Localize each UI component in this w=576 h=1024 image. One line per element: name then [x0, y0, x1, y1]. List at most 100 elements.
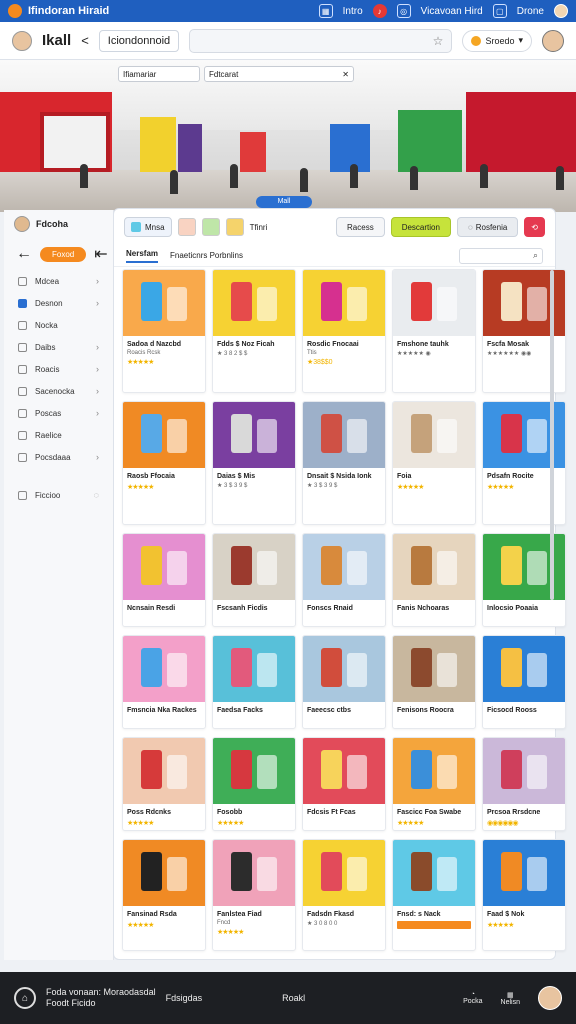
- chip-label[interactable]: Tfinri: [250, 223, 268, 232]
- product-thumbnail[interactable]: [393, 840, 475, 906]
- tab-other[interactable]: Fnaeticnrs Porbnlins: [170, 251, 243, 260]
- product-thumbnail[interactable]: [123, 534, 205, 600]
- product-thumbnail[interactable]: [303, 402, 385, 468]
- product-thumbnail[interactable]: [303, 636, 385, 702]
- grid-icon[interactable]: ▦: [318, 4, 333, 18]
- product-thumbnail[interactable]: [393, 636, 475, 702]
- product-thumbnail[interactable]: [123, 636, 205, 702]
- close-icon[interactable]: ✕: [342, 70, 349, 79]
- product-card[interactable]: Fansinad Rsda ★★★★★: [122, 839, 206, 951]
- hero-tab-1[interactable]: Ifiamariar: [118, 66, 200, 82]
- primary-button[interactable]: Descartion: [390, 217, 451, 237]
- product-thumbnail[interactable]: [393, 402, 475, 468]
- sidebar-primary-button[interactable]: Foxod: [40, 246, 87, 262]
- product-card[interactable]: Fmshone tauhk ★★★★★ ◉: [392, 269, 476, 393]
- product-card[interactable]: Ncnsain Resdi: [122, 533, 206, 627]
- sidebar-item[interactable]: Mdcea ›: [4, 270, 113, 292]
- sidebar-item[interactable]: Ficcioo ◌: [4, 484, 113, 506]
- product-card[interactable]: Faad $ Nok ★★★★★: [482, 839, 566, 951]
- product-card[interactable]: Fmsncia Nka Rackes: [122, 635, 206, 729]
- product-thumbnail[interactable]: [123, 402, 205, 468]
- product-card[interactable]: Poss Rdcnks ★★★★★: [122, 737, 206, 831]
- product-thumbnail[interactable]: [213, 738, 295, 804]
- user-avatar[interactable]: [12, 30, 32, 51]
- product-card[interactable]: Fonscs Rnaid: [302, 533, 386, 627]
- product-card[interactable]: Raosb Ffocaia ★★★★★: [122, 401, 206, 525]
- filter-button[interactable]: ◌ Rosfenia: [456, 217, 519, 237]
- product-thumbnail[interactable]: [303, 738, 385, 804]
- sidebar-item[interactable]: Pocsdaaa ›: [4, 446, 113, 468]
- search-input[interactable]: ☆: [189, 28, 453, 53]
- product-card[interactable]: Sadoa d Nazcbd Roacis Rcsk ★★★★★: [122, 269, 206, 393]
- product-thumbnail[interactable]: [303, 534, 385, 600]
- sidebar-item-active[interactable]: Desnon ›: [4, 292, 113, 314]
- footer-action[interactable]: ◔ Pocka: [463, 991, 482, 1005]
- arrow-left-icon[interactable]: ←: [16, 245, 32, 263]
- product-card[interactable]: Fnsd: s Nack: [392, 839, 476, 951]
- product-card[interactable]: Faeecsc ctbs: [302, 635, 386, 729]
- product-thumbnail[interactable]: [213, 636, 295, 702]
- scrollbar[interactable]: [550, 270, 554, 600]
- location-pill[interactable]: Iciondonnoid: [98, 29, 180, 52]
- product-card[interactable]: Ficsocd Rooss: [482, 635, 566, 729]
- product-thumbnail[interactable]: [483, 738, 565, 804]
- footer-action[interactable]: ▦ Nelisn: [501, 991, 520, 1006]
- tab-active[interactable]: Nersfam: [126, 249, 159, 263]
- product-card[interactable]: Prcsoa Rrsdcne ◉◉◉◉◉◉: [482, 737, 566, 831]
- avatar[interactable]: [554, 4, 568, 18]
- window-icon[interactable]: ▢: [492, 4, 507, 18]
- filter-chip[interactable]: Mnsa: [124, 217, 172, 237]
- product-card[interactable]: Fdcsis Ft Fcas: [302, 737, 386, 831]
- sidebar-item[interactable]: Nocka: [4, 314, 113, 336]
- product-card[interactable]: Faedsa Facks: [212, 635, 296, 729]
- sidebar-item[interactable]: Poscas ›: [4, 402, 113, 424]
- product-card[interactable]: Dnsait $ Nsida Ionk ★ 3 $ 3 9 $: [302, 401, 386, 525]
- product-thumbnail[interactable]: [393, 738, 475, 804]
- product-card[interactable]: Rosdic Fnocaai Ttis ★ 3 8 $ $ 0: [302, 269, 386, 393]
- product-card[interactable]: Fscsanh Ficdis: [212, 533, 296, 627]
- product-card[interactable]: Fanlstea Fiad Fncd ★★★★★: [212, 839, 296, 951]
- footer-mid[interactable]: Fdsigdas: [166, 993, 203, 1003]
- product-thumbnail[interactable]: [393, 534, 475, 600]
- product-thumbnail[interactable]: [213, 840, 295, 906]
- product-card[interactable]: Fosobb ★★★★★: [212, 737, 296, 831]
- hero-tab-2[interactable]: Fdtcarat ✕: [204, 66, 354, 82]
- product-card[interactable]: Fascicc Foa Swabe ★★★★★: [392, 737, 476, 831]
- product-thumbnail[interactable]: [123, 840, 205, 906]
- product-thumbnail[interactable]: [303, 840, 385, 906]
- color-swatch[interactable]: [225, 218, 244, 236]
- product-thumbnail[interactable]: [393, 270, 475, 336]
- product-thumbnail[interactable]: [213, 270, 295, 336]
- topbar-link-hird[interactable]: Vicavoan Hird: [421, 6, 483, 17]
- product-thumbnail[interactable]: [213, 534, 295, 600]
- product-thumbnail[interactable]: [123, 270, 205, 336]
- product-card[interactable]: Fanis Nchoaras: [392, 533, 476, 627]
- product-card[interactable]: Foia ★★★★★: [392, 401, 476, 525]
- product-thumbnail[interactable]: [483, 840, 565, 906]
- product-card[interactable]: Fdds $ Noz Ficah ★ 3 8 2 $ $: [212, 269, 296, 393]
- footer-center[interactable]: Roakl: [282, 993, 305, 1003]
- product-thumbnail[interactable]: [483, 636, 565, 702]
- product-thumbnail[interactable]: [213, 402, 295, 468]
- color-swatch[interactable]: [177, 218, 196, 236]
- sidebar-item[interactable]: Raelice: [4, 424, 113, 446]
- sidebar-item[interactable]: Roacis ›: [4, 358, 113, 380]
- star-icon[interactable]: ☆: [433, 34, 444, 48]
- cart-button[interactable]: ⟲: [524, 217, 545, 237]
- profile-avatar[interactable]: [542, 29, 564, 52]
- topbar-link-intro[interactable]: Intro: [343, 6, 363, 17]
- sidebar-item[interactable]: Daibs ›: [4, 336, 113, 358]
- panel-search-input[interactable]: ⌕: [459, 247, 543, 264]
- language-dropdown[interactable]: Sroedo ▾: [462, 29, 532, 52]
- globe-icon[interactable]: ◎: [396, 4, 411, 18]
- sidebar-item[interactable]: Sacenocka ›: [4, 380, 113, 402]
- color-swatch[interactable]: [201, 218, 220, 236]
- product-card[interactable]: Daias $ Mis ★ 3 $ 3 9 $: [212, 401, 296, 525]
- secondary-button[interactable]: Racess: [336, 217, 385, 237]
- back-button[interactable]: <: [81, 33, 89, 48]
- avatar[interactable]: [538, 986, 562, 1010]
- product-thumbnail[interactable]: [123, 738, 205, 804]
- sidebar-user[interactable]: Fdcoha: [4, 210, 113, 238]
- collapse-icon[interactable]: ⇤: [94, 244, 107, 264]
- topbar-link-drone[interactable]: Drone: [517, 6, 544, 17]
